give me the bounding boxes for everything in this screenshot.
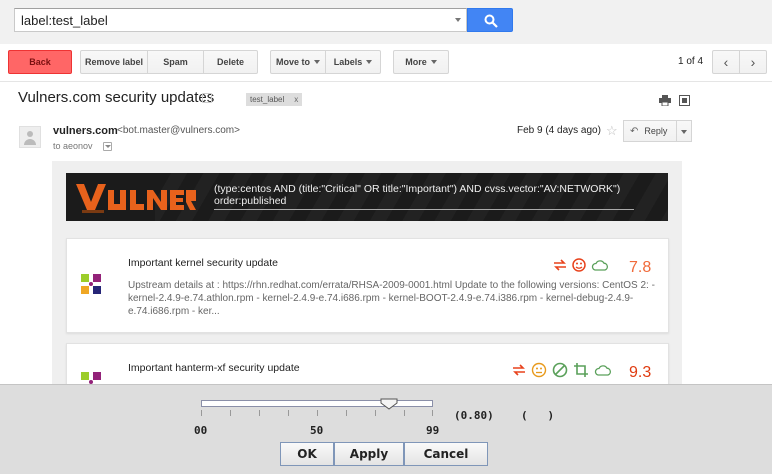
cloud-icon xyxy=(591,259,609,271)
slider-ticks xyxy=(201,410,433,416)
star-icon[interactable]: ☆ xyxy=(606,123,618,139)
chevron-right-icon: › xyxy=(750,54,756,70)
print-icon[interactable] xyxy=(659,95,671,106)
card-indicators xyxy=(553,255,614,275)
important-marker-icon[interactable] xyxy=(202,93,212,103)
recipient-line: to aeonov xyxy=(53,141,93,151)
back-button[interactable]: Back xyxy=(8,50,72,74)
card-indicators xyxy=(512,360,617,380)
remove-label-button[interactable]: Remove label xyxy=(80,50,148,74)
card-title[interactable]: Important hanterm-xf security update xyxy=(128,362,300,374)
slider-max-label: 99 xyxy=(426,424,440,437)
chevron-left-icon: ‹ xyxy=(723,54,729,70)
card-title[interactable]: Important kernel security update xyxy=(128,257,278,269)
chevron-down-icon xyxy=(314,60,320,64)
label-remove-icon[interactable]: x xyxy=(294,95,298,104)
labels-label: Labels xyxy=(333,57,363,67)
slider-secondary-readout: ( ) xyxy=(521,409,555,422)
search-options-chevron-icon[interactable] xyxy=(455,18,461,22)
vulnerability-card[interactable]: Important kernel security update Upstrea… xyxy=(66,238,669,333)
search-button[interactable] xyxy=(467,8,513,32)
delete-button[interactable]: Delete xyxy=(204,50,258,74)
reply-label: Reply xyxy=(644,126,668,136)
reply-button[interactable]: ↶ Reply xyxy=(623,120,677,142)
sender-name[interactable]: vulners.com xyxy=(53,125,118,137)
blocked-icon xyxy=(552,362,568,378)
next-page-button[interactable]: › xyxy=(739,50,767,74)
exploit-face-icon xyxy=(572,258,586,272)
pager-count: 1 of 4 xyxy=(678,56,704,67)
slider-track[interactable] xyxy=(201,400,433,407)
network-vector-icon xyxy=(512,364,526,376)
search-bar xyxy=(0,0,772,44)
move-to-label: Move to xyxy=(275,57,310,67)
toolbar: Back Remove label Spam Delete Move to La… xyxy=(0,44,772,82)
exploit-face-icon xyxy=(531,362,547,378)
spam-button[interactable]: Spam xyxy=(148,50,204,74)
search-input[interactable] xyxy=(21,9,451,31)
slider-mid-label: 50 xyxy=(310,424,324,437)
reply-arrow-icon: ↶ xyxy=(630,125,639,137)
chevron-down-icon xyxy=(430,60,437,64)
search-query-link[interactable]: (type:centos AND (title:"Critical" OR ti… xyxy=(214,183,634,210)
cvss-score: 7.8 xyxy=(629,259,652,276)
label-chip[interactable]: test_label x xyxy=(246,93,303,106)
card-description: Upstream details at : https://rhn.redhat… xyxy=(128,280,655,317)
avatar xyxy=(19,126,41,148)
chevron-down-icon xyxy=(366,60,373,64)
sender-email: <bot.master@vulners.com> xyxy=(117,125,240,136)
message-date: Feb 9 (4 days ago) xyxy=(517,125,601,136)
network-vector-icon xyxy=(553,259,567,271)
more-label: More xyxy=(405,57,427,67)
slider-value-readout: (0.80) xyxy=(454,409,494,422)
cancel-button[interactable]: Cancel xyxy=(404,442,488,466)
slider-min-label: 00 xyxy=(194,424,208,437)
more-button[interactable]: More xyxy=(393,50,449,74)
new-window-icon[interactable] xyxy=(679,95,690,106)
more-actions-chevron-icon[interactable] xyxy=(676,120,692,142)
search-icon xyxy=(484,14,498,28)
apply-button[interactable]: Apply xyxy=(334,442,404,466)
labels-button[interactable]: Labels xyxy=(326,50,381,74)
vulners-logo-icon xyxy=(76,184,196,213)
centos-logo-icon xyxy=(79,272,103,296)
prev-page-button[interactable]: ‹ xyxy=(712,50,740,74)
thread-subject: Vulners.com security updates xyxy=(18,89,215,106)
label-chip-text: test_label xyxy=(250,95,285,104)
move-to-button[interactable]: Move to xyxy=(270,50,326,74)
search-box[interactable] xyxy=(14,8,467,32)
cvss-score: 9.3 xyxy=(629,364,652,381)
crop-icon xyxy=(573,362,589,378)
cloud-icon xyxy=(594,364,612,376)
show-details-chevron-icon[interactable] xyxy=(103,142,112,151)
slider-thumb[interactable] xyxy=(380,398,398,410)
ok-button[interactable]: OK xyxy=(280,442,334,466)
